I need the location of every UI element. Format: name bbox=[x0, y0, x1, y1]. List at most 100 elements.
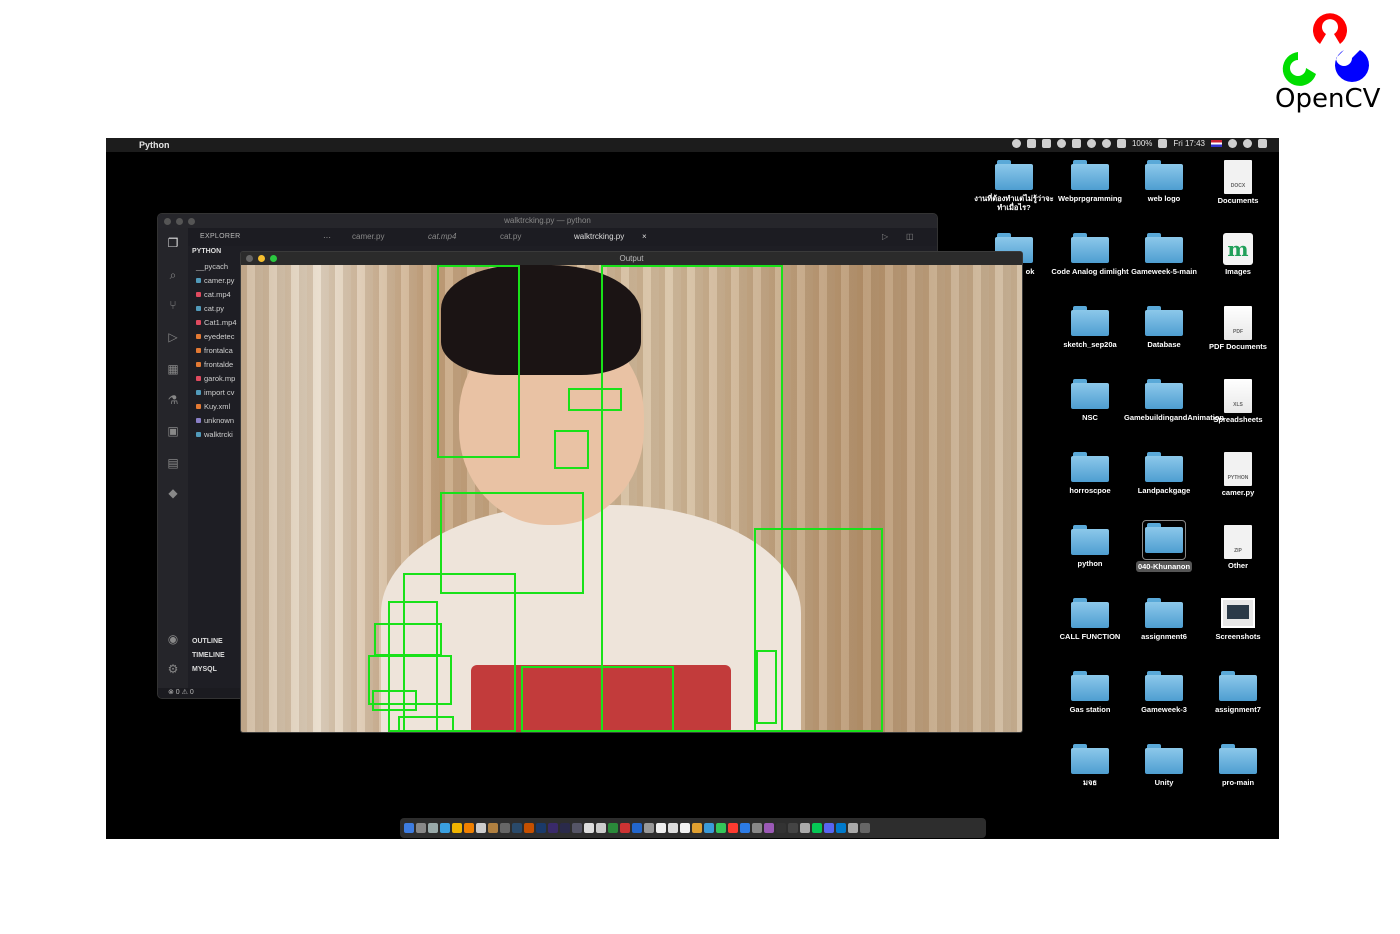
desktop-icon-images[interactable]: m Images bbox=[1198, 233, 1278, 276]
extensions-icon[interactable]: ▦ bbox=[166, 362, 180, 376]
close-window-button[interactable] bbox=[164, 218, 171, 225]
desktop-icon-folder-selected[interactable]: 040-Khunanon bbox=[1124, 520, 1204, 572]
finder-icon[interactable] bbox=[404, 823, 414, 833]
settings-gear-icon[interactable]: ⚙ bbox=[166, 662, 180, 676]
remote-explorer-icon[interactable]: ▣ bbox=[166, 424, 180, 438]
desktop-icon-python-file[interactable]: PYTHON camer.py bbox=[1198, 452, 1278, 497]
source-control-icon[interactable]: ⑂ bbox=[166, 298, 180, 312]
desktop-icon-pdf[interactable]: PDF PDF Documents bbox=[1198, 306, 1278, 351]
app-icon[interactable] bbox=[572, 823, 582, 833]
split-editor-icon[interactable]: ◫ bbox=[906, 232, 914, 241]
animate-icon[interactable] bbox=[560, 823, 570, 833]
app-icon[interactable] bbox=[752, 823, 762, 833]
desktop-icon-folder[interactable]: Gameweek-5-main bbox=[1124, 233, 1204, 276]
desktop-icon-folder[interactable]: NSC bbox=[1050, 379, 1130, 422]
desktop-icon-folder[interactable]: Webprpgramming bbox=[1050, 160, 1130, 203]
section-timeline[interactable]: TIMELINE bbox=[192, 652, 225, 659]
desktop-icon-folder[interactable]: horroscpoe bbox=[1050, 452, 1130, 495]
desktop-icon-folder[interactable]: GamebuildingandAnimation bbox=[1124, 379, 1224, 422]
search-icon[interactable]: ⌕ bbox=[166, 268, 180, 282]
app-icon[interactable] bbox=[692, 823, 702, 833]
desktop-icon-folder[interactable]: pro-main bbox=[1198, 744, 1278, 787]
line-icon[interactable] bbox=[812, 823, 822, 833]
app-icon[interactable] bbox=[632, 823, 642, 833]
desktop-icon-folder[interactable]: Database bbox=[1124, 306, 1204, 349]
section-mysql[interactable]: MYSQL bbox=[192, 666, 217, 673]
siri-icon[interactable] bbox=[1243, 139, 1252, 148]
display-icon[interactable] bbox=[1041, 139, 1051, 148]
battery-icon[interactable] bbox=[1158, 139, 1168, 148]
chrome-icon[interactable] bbox=[452, 823, 462, 833]
creative-cloud-icon[interactable] bbox=[1026, 139, 1036, 148]
desktop-icon-screenshots[interactable]: Screenshots bbox=[1198, 598, 1278, 641]
desktop-icon-folder[interactable]: Gas station bbox=[1050, 671, 1130, 714]
photoshop-icon[interactable] bbox=[536, 823, 546, 833]
tab-walktrcking-py[interactable]: walktrcking.py bbox=[574, 232, 624, 241]
file-item[interactable]: Kuy.xml bbox=[196, 402, 230, 411]
app-icon[interactable] bbox=[800, 823, 810, 833]
github-icon[interactable] bbox=[776, 823, 786, 833]
preview-icon[interactable] bbox=[476, 823, 486, 833]
input-flag-icon[interactable] bbox=[1211, 140, 1222, 147]
app-icon[interactable] bbox=[584, 823, 594, 833]
tab-camer-py[interactable]: camer.py bbox=[352, 232, 384, 241]
testing-icon[interactable]: ⚗ bbox=[166, 393, 180, 407]
desktop-icon-docx[interactable]: DOCX Documents bbox=[1198, 160, 1278, 205]
close-tab-icon[interactable]: × bbox=[642, 232, 647, 241]
text-icon[interactable] bbox=[1071, 139, 1081, 148]
appletv-icon[interactable] bbox=[788, 823, 798, 833]
desktop-icon-folder[interactable]: assignment7 bbox=[1198, 671, 1278, 714]
illustrator-icon[interactable] bbox=[524, 823, 534, 833]
minimize-window-button[interactable] bbox=[258, 255, 265, 262]
vscode-dock-icon[interactable] bbox=[836, 823, 846, 833]
file-item[interactable]: frontalde bbox=[196, 360, 233, 369]
zoom-window-button[interactable] bbox=[188, 218, 195, 225]
menubar-clock[interactable]: Fri 17:43 bbox=[1173, 139, 1205, 148]
file-item[interactable]: camer.py bbox=[196, 276, 234, 285]
notification-center-icon[interactable] bbox=[1258, 139, 1267, 148]
system-icon[interactable] bbox=[428, 823, 438, 833]
app-icon[interactable] bbox=[644, 823, 654, 833]
file-item[interactable]: eyedetec bbox=[196, 332, 234, 341]
run-debug-icon[interactable]: ▷ bbox=[166, 330, 180, 344]
file-item[interactable]: __pycach bbox=[196, 262, 228, 271]
desktop-icon-folder[interactable]: web logo bbox=[1124, 160, 1204, 203]
vscode-title-bar[interactable]: walktrcking.py — python bbox=[158, 214, 937, 228]
desktop-icon-zip[interactable]: ZIP Other bbox=[1198, 525, 1278, 570]
vlc-icon[interactable] bbox=[464, 823, 474, 833]
app-icon[interactable] bbox=[728, 823, 738, 833]
file-item[interactable]: cat.mp4 bbox=[196, 290, 231, 299]
desktop-icon-folder[interactable]: Landpackgage bbox=[1124, 452, 1204, 495]
desktop-icon-folder[interactable]: python bbox=[1050, 525, 1130, 568]
notes-icon[interactable] bbox=[488, 823, 498, 833]
section-outline[interactable]: OUTLINE bbox=[192, 638, 223, 645]
file-item[interactable]: frontalca bbox=[196, 346, 233, 355]
gitlens-icon[interactable]: ◆ bbox=[166, 486, 180, 500]
app-icon[interactable] bbox=[680, 823, 690, 833]
desktop-icon-folder[interactable]: CALL FUNCTION bbox=[1050, 598, 1130, 641]
output-window[interactable]: Output bbox=[240, 251, 1023, 733]
file-item[interactable]: walktrcki bbox=[196, 430, 233, 439]
app-icon[interactable] bbox=[704, 823, 714, 833]
file-item[interactable]: unknown bbox=[196, 416, 234, 425]
active-app-name[interactable]: Python bbox=[139, 140, 170, 150]
file-item[interactable]: Cat1.mp4 bbox=[196, 318, 237, 327]
desktop-icon-folder[interactable]: Unity bbox=[1124, 744, 1204, 787]
run-icon[interactable]: ▷ bbox=[882, 232, 888, 241]
app-icon[interactable] bbox=[668, 823, 678, 833]
lightroom-icon[interactable] bbox=[512, 823, 522, 833]
tab-cat-mp4[interactable]: cat.mp4 bbox=[428, 232, 456, 241]
bluetooth-icon[interactable] bbox=[1086, 139, 1096, 148]
aftereffects-icon[interactable] bbox=[548, 823, 558, 833]
podcasts-icon[interactable] bbox=[764, 823, 774, 833]
zoom-window-button[interactable] bbox=[270, 255, 277, 262]
section-python[interactable]: PYTHON bbox=[192, 248, 221, 255]
desktop-icon-folder[interactable]: sketch_sep20a bbox=[1050, 306, 1130, 349]
trash-icon[interactable] bbox=[860, 823, 870, 833]
tab-cat-py[interactable]: cat.py bbox=[500, 232, 521, 241]
file-item[interactable]: garok.mp bbox=[196, 374, 235, 383]
launchpad-icon[interactable] bbox=[416, 823, 426, 833]
finalcut-icon[interactable] bbox=[500, 823, 510, 833]
explorer-icon[interactable]: ❐ bbox=[166, 236, 180, 250]
app-icon[interactable] bbox=[608, 823, 618, 833]
